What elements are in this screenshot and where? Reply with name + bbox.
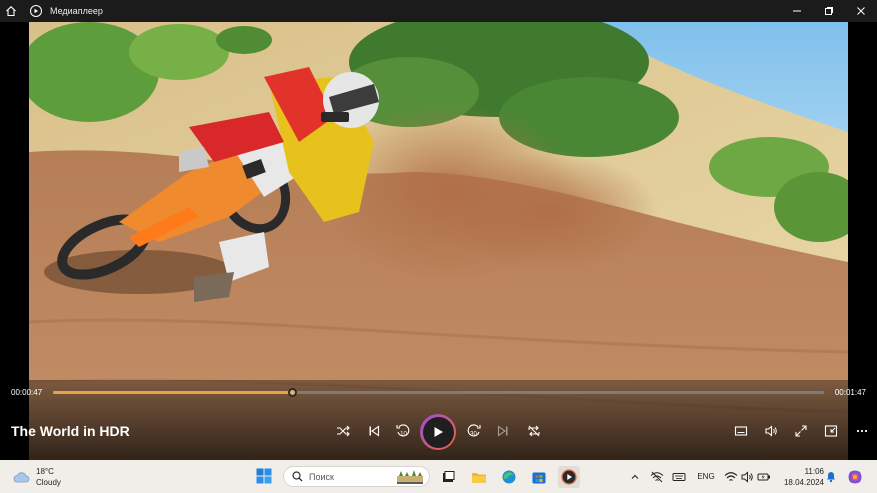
clock-date: 18.04.2024 <box>783 478 824 487</box>
keyboard-icon <box>672 472 686 481</box>
notifications-button[interactable] <box>823 460 839 493</box>
previous-button[interactable] <box>363 420 385 442</box>
clock-time: 11:06 <box>804 467 824 476</box>
battery-button[interactable] <box>755 460 773 493</box>
store-icon <box>532 472 546 484</box>
volume-icon <box>765 425 777 437</box>
weather-description: Cloudy <box>36 478 61 487</box>
weather-widget[interactable]: 18°C Cloudy <box>12 466 61 488</box>
file-explorer-button[interactable] <box>468 466 490 488</box>
fullscreen-button[interactable] <box>790 420 812 442</box>
media-title: The World in HDR <box>11 423 130 439</box>
media-player-icon <box>561 469 577 485</box>
cloud-icon <box>13 472 30 483</box>
language-indicator[interactable]: ENG <box>694 460 718 493</box>
search-placeholder: Поиск <box>309 471 334 482</box>
minimize-icon <box>793 10 801 12</box>
bell-icon <box>827 472 835 483</box>
edge-icon <box>502 470 516 484</box>
speaker-icon <box>741 470 753 483</box>
subtitles-button[interactable] <box>730 420 752 442</box>
close-button[interactable] <box>845 0 877 22</box>
volume-button[interactable] <box>760 420 782 442</box>
seek-bar[interactable] <box>53 388 824 397</box>
start-icon <box>256 468 272 484</box>
media-player-taskbar-button[interactable] <box>558 466 580 488</box>
window-title: Медиаплеер <box>50 6 103 16</box>
speaker-button[interactable] <box>738 460 756 493</box>
weather-temperature: 18°C <box>36 467 54 476</box>
store-button[interactable] <box>528 466 550 488</box>
forward-30-button[interactable]: 30 <box>463 420 485 442</box>
total-duration: 00:01:47 <box>834 388 866 397</box>
title-bar: Медиаплеер <box>0 0 877 22</box>
maximize-button[interactable] <box>813 0 845 22</box>
media-player-logo <box>30 5 42 17</box>
more-button[interactable] <box>851 420 873 442</box>
mini-player-icon <box>824 425 838 437</box>
home-icon <box>6 6 16 17</box>
current-time: 00:00:47 <box>11 388 43 397</box>
fullscreen-icon <box>795 425 807 437</box>
wifi-icon <box>724 471 738 481</box>
task-view-button[interactable] <box>437 466 459 488</box>
file-explorer-icon <box>472 473 486 483</box>
taskbar-clock[interactable]: 11:06 18.04.2024 <box>784 466 824 488</box>
next-icon <box>497 425 508 437</box>
search-highlight-icon <box>397 469 423 484</box>
more-icon <box>856 429 868 433</box>
copilot-button[interactable] <box>845 460 865 493</box>
rewind-10-button[interactable]: 10 <box>392 420 414 442</box>
seek-bar-thumb[interactable] <box>288 388 297 397</box>
close-icon <box>857 7 865 15</box>
subtitles-icon <box>734 426 748 436</box>
chevron-up-icon <box>631 474 639 479</box>
player-controls: 00:00:47 00:01:47 The World in HDR 10 30 <box>0 380 877 460</box>
mini-player-button[interactable] <box>820 420 842 442</box>
minimize-button[interactable] <box>781 0 813 22</box>
rewind-label: 10 <box>400 432 407 438</box>
repeat-button[interactable] <box>523 420 545 442</box>
next-button[interactable] <box>492 420 514 442</box>
play-button[interactable] <box>420 414 456 450</box>
copilot-icon <box>848 470 862 483</box>
network-off-button[interactable] <box>648 460 666 493</box>
forward-30-icon: 30 <box>467 424 481 438</box>
show-hidden-icons-button[interactable] <box>628 460 642 493</box>
forward-label: 30 <box>470 432 477 438</box>
keyboard-button[interactable] <box>670 460 688 493</box>
shuffle-icon <box>337 425 350 437</box>
seek-bar-progress <box>53 391 292 394</box>
media-player-window: Медиаплеер 00:00:47 00:01:47 The World i… <box>0 0 877 493</box>
window-controls <box>781 0 877 22</box>
network-off-icon <box>650 471 664 482</box>
rewind-10-icon: 10 <box>396 424 410 438</box>
repeat-icon <box>528 425 540 437</box>
play-icon <box>434 427 443 437</box>
search-icon <box>292 471 303 482</box>
maximize-icon <box>825 7 833 15</box>
taskbar: 18°C Cloudy Поиск ENG 11:06 18.04.2024 <box>0 460 877 493</box>
shuffle-button[interactable] <box>332 420 354 442</box>
edge-button[interactable] <box>498 466 520 488</box>
previous-icon <box>369 425 380 437</box>
home-button[interactable] <box>0 0 22 22</box>
task-view-icon <box>443 471 455 482</box>
taskbar-search[interactable]: Поиск <box>283 466 430 487</box>
battery-icon <box>757 473 770 480</box>
start-button[interactable] <box>256 468 272 489</box>
language-label: ENG <box>697 472 715 481</box>
